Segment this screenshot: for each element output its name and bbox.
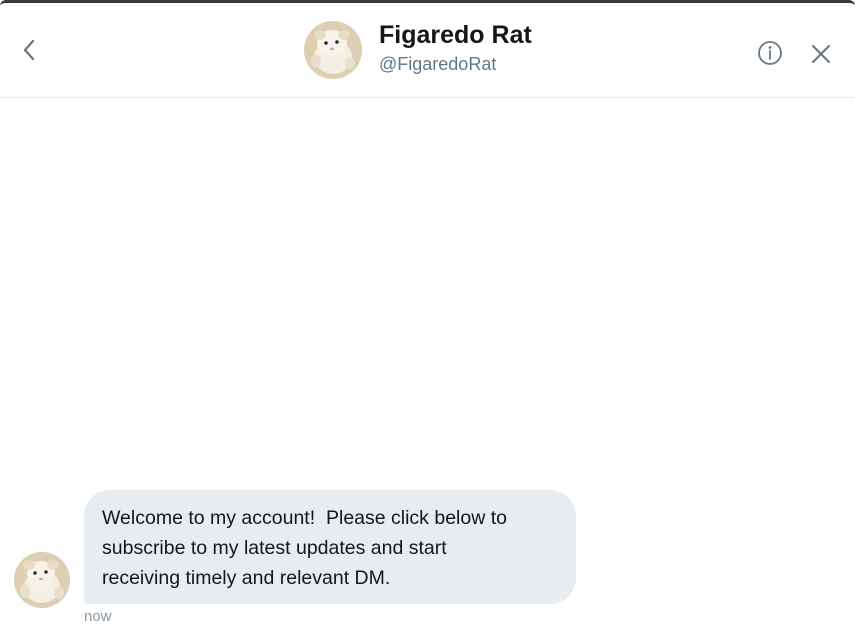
chevron-left-icon <box>23 39 35 61</box>
message-timestamp: now <box>84 608 112 625</box>
message-bubble[interactable]: Welcome to my account! Please click belo… <box>84 490 576 604</box>
user-handle[interactable]: @FigaredoRat <box>379 51 532 77</box>
back-button[interactable] <box>14 35 44 65</box>
avatar[interactable] <box>304 21 362 79</box>
message-list[interactable]: Welcome to my account! Please click belo… <box>0 98 855 634</box>
close-icon <box>812 45 830 63</box>
info-button[interactable] <box>756 39 784 67</box>
message-text-line: Welcome to my account! Please click belo… <box>102 507 507 529</box>
dm-window: Figaredo Rat @FigaredoRat Welcome to my … <box>0 0 855 634</box>
display-name[interactable]: Figaredo Rat <box>379 19 532 51</box>
message-text-line: receiving timely and relevant DM. <box>102 567 391 589</box>
info-icon <box>758 41 782 65</box>
conversation-header: Figaredo Rat @FigaredoRat <box>0 3 855 98</box>
close-button[interactable] <box>808 41 834 67</box>
rat-avatar-image <box>304 21 362 79</box>
conversation-title: Figaredo Rat @FigaredoRat <box>379 19 532 77</box>
message-text-line: subscribe to my latest updates and start <box>102 537 447 559</box>
rat-avatar-image <box>14 552 70 608</box>
sender-avatar[interactable] <box>14 552 70 608</box>
